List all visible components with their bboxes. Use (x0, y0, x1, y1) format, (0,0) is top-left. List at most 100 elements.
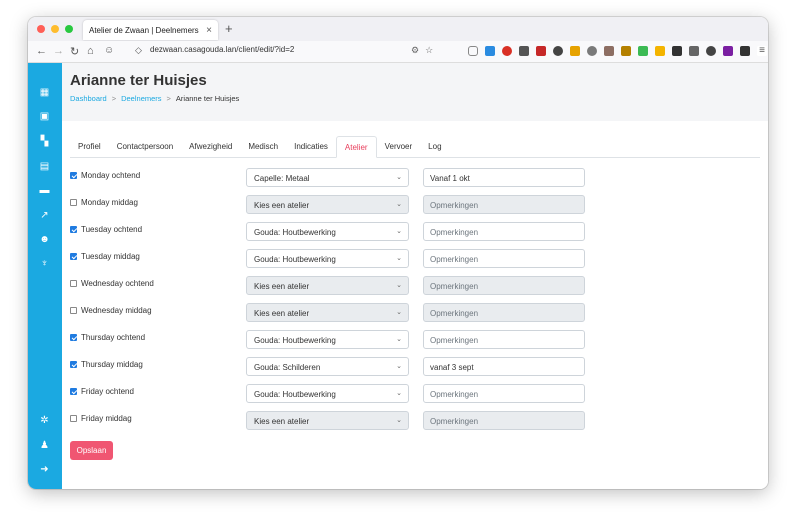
home-icon[interactable]: ⌂ (87, 45, 94, 57)
breadcrumb-dashboard[interactable]: Dashboard (70, 94, 107, 103)
note-input[interactable]: Opmerkingen (423, 411, 585, 430)
extension-icon[interactable] (553, 46, 563, 56)
forward-icon[interactable]: → (53, 45, 64, 57)
atelier-select[interactable]: Kies een atelier ⌄ (246, 303, 409, 322)
logout-icon[interactable]: ➜ (38, 464, 51, 475)
bookmark-star-icon[interactable]: ☆ (425, 45, 433, 56)
tab-afwezigheid[interactable]: Afwezigheid (181, 136, 240, 158)
day-checkbox[interactable] (70, 388, 77, 395)
day-checkbox[interactable] (70, 280, 77, 287)
breadcrumb-deelnemers[interactable]: Deelnemers (121, 94, 161, 103)
new-tab-button[interactable]: + (225, 21, 233, 36)
day-label: Wednesday ochtend (81, 279, 154, 288)
chart-icon[interactable]: ↗ (38, 210, 51, 221)
tab-indicaties[interactable]: Indicaties (286, 136, 336, 158)
day-checkbox[interactable] (70, 415, 77, 422)
chevron-down-icon: ⌄ (396, 417, 402, 424)
atelier-select[interactable]: Capelle: Metaal ⌄ (246, 168, 409, 187)
extension-icon[interactable] (587, 46, 597, 56)
note-input[interactable]: Opmerkingen (423, 222, 585, 241)
extension-icon[interactable] (570, 46, 580, 56)
menu-icon[interactable]: ≡ (757, 46, 767, 56)
day-checkbox[interactable] (70, 226, 77, 233)
atelier-select[interactable]: Gouda: Houtbewerking ⌄ (246, 330, 409, 349)
extension-icon[interactable] (536, 46, 546, 56)
day-label: Wednesday middag (81, 306, 152, 315)
atelier-select[interactable]: Kies een atelier ⌄ (246, 411, 409, 430)
reload-icon[interactable]: ↻ (70, 45, 79, 58)
extension-icon[interactable] (740, 46, 750, 56)
day-label: Monday ochtend (81, 171, 141, 180)
adblock-icon[interactable] (502, 46, 512, 56)
eyedropper-icon[interactable] (519, 46, 529, 56)
extension-icon[interactable] (621, 46, 631, 56)
note-input[interactable]: Opmerkingen (423, 330, 585, 349)
atelier-select[interactable]: Gouda: Houtbewerking ⌄ (246, 384, 409, 403)
atelier-select[interactable]: Kies een atelier ⌄ (246, 195, 409, 214)
tab-log[interactable]: Log (420, 136, 449, 158)
account-icon[interactable]: ☺ (104, 45, 114, 56)
note-input[interactable]: Opmerkingen (423, 195, 585, 214)
tab-vervoer[interactable]: Vervoer (377, 136, 421, 158)
clients-icon[interactable]: ▣ (38, 111, 51, 122)
schedule-row: Thursday ochtend Gouda: Houtbewerking ⌄ Opm… (70, 330, 768, 357)
note-input[interactable]: Opmerkingen (423, 249, 585, 268)
tab-profiel[interactable]: Profiel (70, 136, 109, 158)
grid-icon[interactable]: ▚ (38, 136, 51, 147)
save-button[interactable]: Opslaan (70, 441, 113, 460)
day-checkbox[interactable] (70, 253, 77, 260)
users-icon[interactable]: ☻ (38, 234, 51, 245)
url-field[interactable]: dezwaan.casagouda.lan/client/edit/?id=2 (150, 45, 294, 54)
extension-icon[interactable] (689, 46, 699, 56)
back-icon[interactable]: ← (36, 45, 47, 57)
atelier-select-value: Kies een atelier (254, 417, 310, 426)
zoom-window-button[interactable] (65, 25, 73, 33)
note-input[interactable]: Opmerkingen (423, 303, 585, 322)
day-checkbox[interactable] (70, 334, 77, 341)
note-input[interactable]: Vanaf 1 okt (423, 168, 585, 187)
chevron-down-icon: ⌄ (396, 309, 402, 316)
note-input[interactable]: vanaf 3 sept (423, 357, 585, 376)
note-input[interactable]: Opmerkingen (423, 384, 585, 403)
atelier-select[interactable]: Gouda: Schilderen ⌄ (246, 357, 409, 376)
url-actions: ⚙ ☆ (411, 45, 433, 56)
trophy-icon[interactable]: ♆ (38, 258, 51, 269)
chevron-down-icon: ⌄ (396, 363, 402, 370)
day-checkbox[interactable] (70, 172, 77, 179)
close-tab-icon[interactable]: × (206, 25, 212, 36)
tab-contactpersoon[interactable]: Contactpersoon (109, 136, 181, 158)
extension-icon[interactable] (655, 46, 665, 56)
download-icon[interactable] (485, 46, 495, 56)
extension-icon[interactable] (638, 46, 648, 56)
page-title: Arianne ter Huisjes (70, 72, 207, 89)
pocket-icon[interactable] (468, 46, 478, 56)
shield-icon[interactable]: ◇ (135, 45, 142, 56)
dashboard-icon[interactable]: ▦ (38, 87, 51, 98)
settings-icon[interactable]: ✲ (38, 415, 51, 426)
browser-window: Atelier de Zwaan | Deelnemers × + ← → ↻ … (28, 17, 768, 489)
day-checkbox[interactable] (70, 199, 77, 206)
breadcrumb-separator: > (111, 94, 117, 103)
minimize-window-button[interactable] (51, 25, 59, 33)
note-input[interactable]: Opmerkingen (423, 276, 585, 295)
atelier-select[interactable]: Kies een atelier ⌄ (246, 276, 409, 295)
tab-medisch[interactable]: Medisch (240, 136, 286, 158)
tab-atelier[interactable]: Atelier (335, 136, 377, 158)
day-checkbox[interactable] (70, 361, 77, 368)
schedule-row: Friday ochtend Gouda: Houtbewerking ⌄ Opmer… (70, 384, 768, 411)
day-checkbox[interactable] (70, 307, 77, 314)
translate-icon[interactable]: ⚙ (411, 45, 419, 56)
extension-icon[interactable] (706, 46, 716, 56)
browser-tab[interactable]: Atelier de Zwaan | Deelnemers × (83, 20, 218, 40)
extension-icon[interactable] (672, 46, 682, 56)
extension-icon[interactable] (604, 46, 614, 56)
bus-icon[interactable]: ▬ (38, 185, 51, 196)
atelier-select[interactable]: Gouda: Houtbewerking ⌄ (246, 249, 409, 268)
schedule-row: Tuesday middag Gouda: Houtbewerking ⌄ Opmer… (70, 249, 768, 276)
extension-icon[interactable] (723, 46, 733, 56)
workshop-icon[interactable]: ▤ (38, 161, 51, 172)
close-window-button[interactable] (37, 25, 45, 33)
chevron-down-icon: ⌄ (396, 336, 402, 343)
atelier-select[interactable]: Gouda: Houtbewerking ⌄ (246, 222, 409, 241)
account-icon[interactable]: ♟ (38, 440, 51, 451)
